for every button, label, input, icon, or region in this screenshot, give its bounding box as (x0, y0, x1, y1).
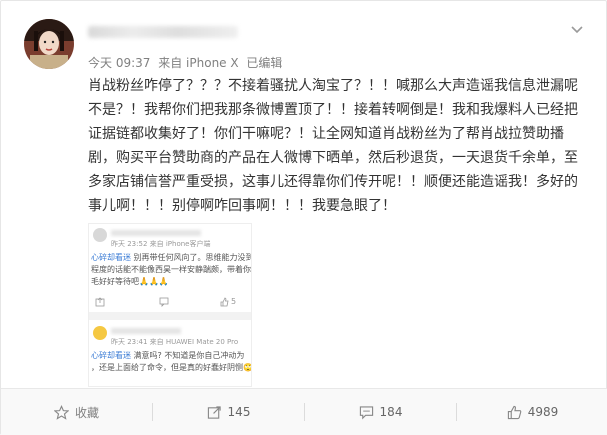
repost-count: 145 (227, 405, 251, 419)
star-icon (53, 404, 69, 420)
screenshot-comment-1-actions: 5 (89, 296, 251, 310)
post-time[interactable]: 今天 09:37 (88, 56, 150, 70)
thumbs-up-icon (507, 405, 522, 419)
comment-icon (159, 297, 169, 307)
favorite-label: 收藏 (74, 405, 99, 420)
screenshot-comment-1-line1: 心碎却看迷 别再带任何风向了。思维能力没到 (91, 253, 252, 262)
like-button[interactable]: 4989 (457, 389, 607, 435)
screenshot-avatar-2 (93, 326, 107, 340)
screenshot-comment-2-line2: ，还是上面给了命令，但是真的好蠢好阴恻🙄 (91, 363, 252, 372)
screenshot-comment-2-line1: 心碎却看迷 满意吗? 不知道是你自己冲动为 (91, 351, 245, 360)
thumbs-up-icon (220, 297, 229, 307)
repost-button[interactable]: 145 (153, 389, 304, 435)
post-source: 来自 iPhone X (158, 56, 239, 70)
comment-icon (359, 405, 373, 419)
chevron-down-icon[interactable] (569, 21, 585, 37)
user-avatar[interactable] (24, 19, 74, 69)
favorite-button[interactable]: 收藏 (1, 389, 152, 435)
comment-button[interactable]: 184 (305, 389, 456, 435)
repost-icon (207, 405, 221, 419)
like-count: 4989 (527, 405, 559, 419)
screenshot-comment-1-line3: 毛好好等待吧🙏🙏🙏 (91, 277, 169, 286)
action-toolbar: 收藏 145 184 4989 (1, 388, 607, 435)
screenshot-comment-1-likes: 5 (231, 297, 237, 306)
screenshot-comment-1-meta: 昨天 23:52 来自 iPhone客户端 (111, 240, 211, 248)
screenshot-comment-1-line2: 程度的话能不能像西昊一样安静踹颇，带着你 (91, 265, 251, 274)
post-edited[interactable]: 已编辑 (246, 56, 282, 70)
screenshot-avatar-1 (93, 228, 107, 242)
attached-screenshot[interactable]: 昨天 23:52 来自 iPhone客户端 心碎却看迷 别再带任何风向了。思维能… (88, 223, 252, 387)
username-obscured[interactable] (88, 23, 248, 39)
screenshot-comment-2-meta: 昨天 23:41 来自 HUAWEI Mate 20 Pro (111, 338, 239, 346)
post-text: 肖战粉丝咋停了？？？不接着骚扰人淘宝了？！！喊那么大声造谣我信息泄漏呢不是？！我… (88, 78, 578, 214)
weibo-post-card: 今天 09:37 来自 iPhone X 已编辑 肖战粉丝咋停了？？？不接着骚扰… (0, 0, 607, 435)
comment-count: 184 (379, 405, 403, 419)
post-meta: 今天 09:37 来自 iPhone X 已编辑 (88, 54, 286, 71)
share-icon (95, 297, 105, 307)
